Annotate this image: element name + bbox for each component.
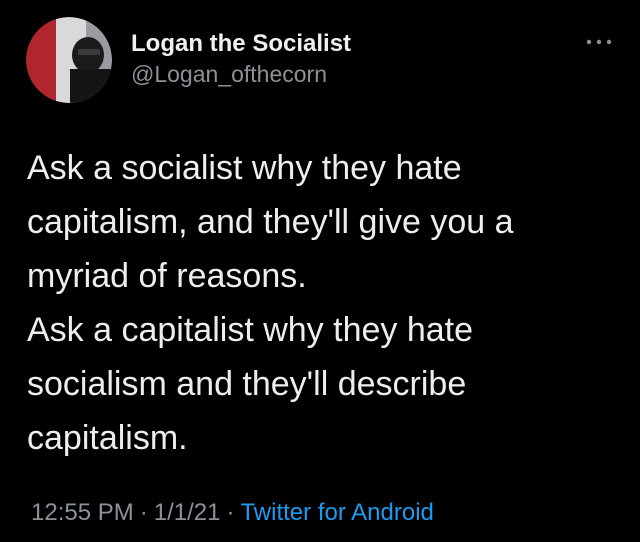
tweet-text-line: Ask a capitalist why they hate [27,311,474,349]
tweet-time[interactable]: 12:55 PM [31,499,134,526]
tweet-text-line: socialism and they'll describe [27,365,467,403]
avatar[interactable] [26,17,112,103]
tweet-meta: 12:55 PM · 1/1/21 · Twitter for Android [31,499,434,527]
tweet-source-link[interactable]: Twitter for Android [240,499,433,526]
tweet-text-line: Ask a socialist why they hate [27,149,462,187]
tweet-text-line: myriad of reasons. [27,257,307,295]
meta-separator: · [226,499,235,526]
display-name[interactable]: Logan the Socialist [131,30,351,58]
tweet-text: Ask a socialist why they hate capitalism… [27,141,617,465]
tweet-card: Logan the Socialist @Logan_ofthecorn Ask… [0,0,640,542]
meta-separator: · [139,499,148,526]
more-options-icon [586,39,612,45]
avatar-photo-icon [26,17,112,103]
user-handle[interactable]: @Logan_ofthecorn [131,61,327,88]
tweet-text-line: capitalism, and they'll give you a [27,203,514,241]
more-options-button[interactable] [582,30,616,54]
tweet-date[interactable]: 1/1/21 [154,499,221,526]
tweet-text-line: capitalism. [27,419,188,457]
